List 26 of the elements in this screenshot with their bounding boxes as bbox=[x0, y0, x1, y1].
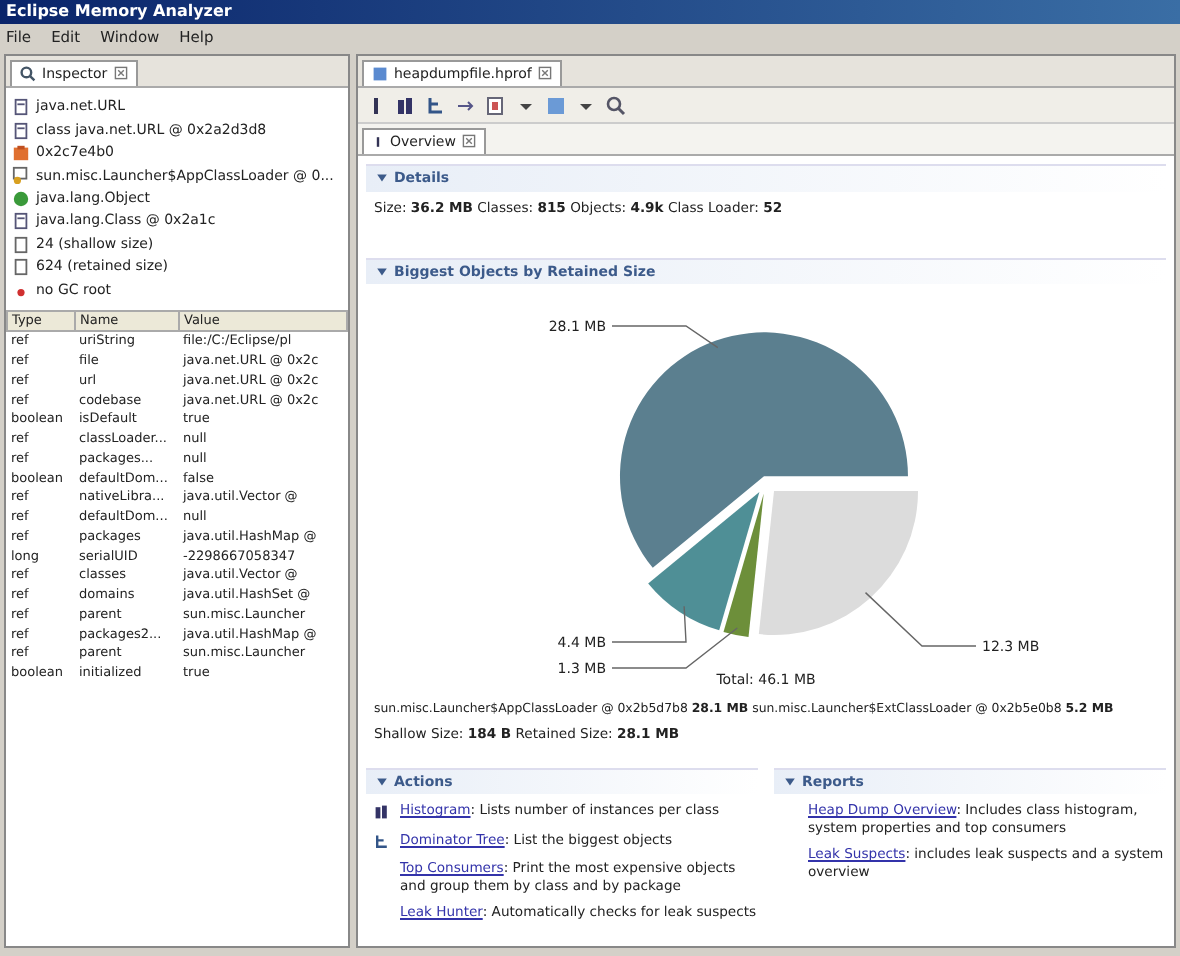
close-icon bbox=[461, 134, 476, 149]
close-icon bbox=[537, 66, 552, 81]
close-icon bbox=[113, 66, 128, 81]
class-icon bbox=[12, 121, 30, 140]
overview-icon bbox=[372, 133, 384, 150]
arrow-icon[interactable] bbox=[456, 95, 476, 115]
superclass-icon bbox=[12, 189, 30, 208]
histogram-icon[interactable] bbox=[396, 95, 416, 115]
search-icon[interactable] bbox=[606, 95, 626, 115]
collapse-icon bbox=[376, 265, 388, 278]
report-icon[interactable] bbox=[486, 95, 506, 115]
object-icon bbox=[12, 143, 30, 162]
file-icon bbox=[372, 65, 388, 82]
inspector-icon bbox=[20, 65, 36, 82]
dominator-tree-icon bbox=[374, 833, 390, 850]
loader-icon bbox=[12, 166, 30, 185]
class-icon bbox=[12, 212, 30, 231]
collapse-icon bbox=[376, 775, 388, 788]
leader-line bbox=[611, 325, 719, 349]
dominator-tree-icon[interactable] bbox=[426, 95, 446, 115]
leader-line bbox=[864, 591, 977, 647]
histogram-icon bbox=[374, 804, 390, 821]
collapse-icon bbox=[784, 775, 796, 788]
collapse-icon bbox=[376, 172, 388, 185]
class-icon bbox=[12, 98, 30, 117]
window-title: Eclipse Memory Analyzer bbox=[0, 0, 1180, 24]
